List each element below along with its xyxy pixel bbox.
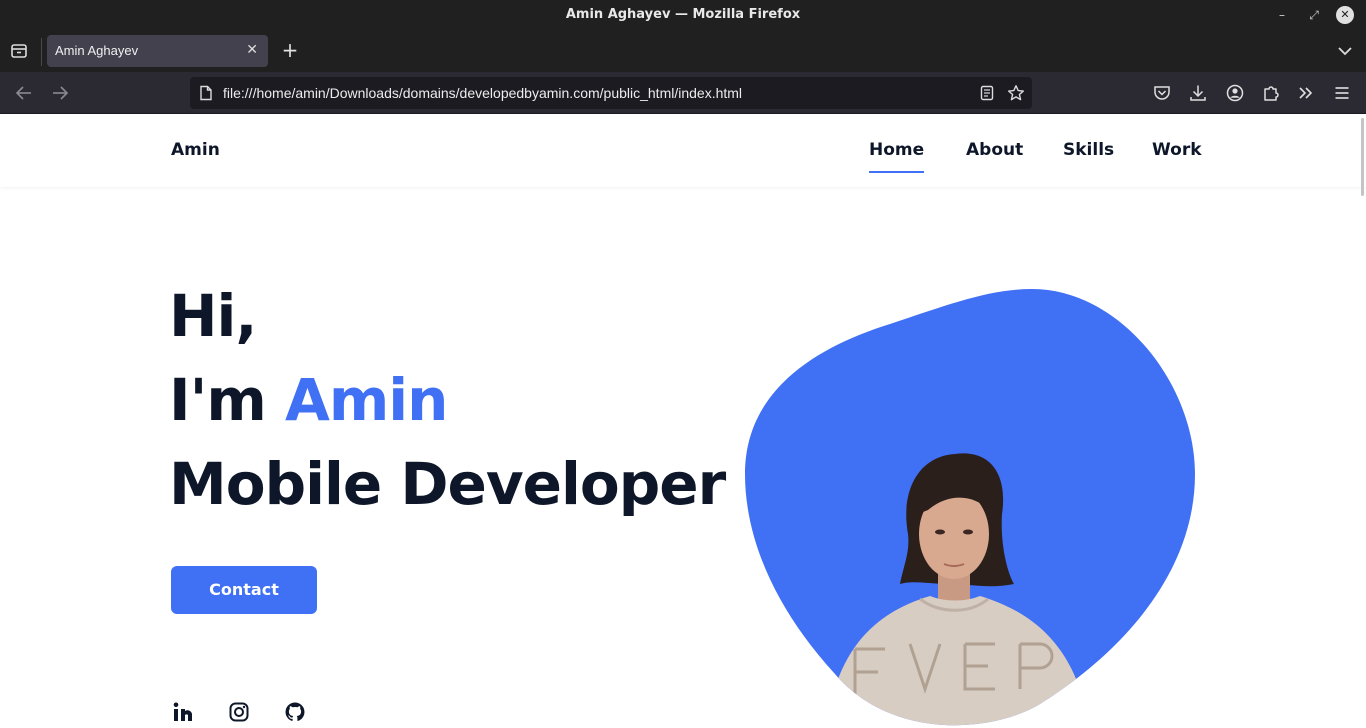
tab-label: Amin Aghayev bbox=[55, 43, 139, 58]
url-bar[interactable]: file:///home/amin/Downloads/domains/deve… bbox=[190, 77, 1032, 109]
account-icon[interactable] bbox=[1225, 83, 1245, 103]
url-text[interactable]: file:///home/amin/Downloads/domains/deve… bbox=[223, 85, 742, 101]
nav-home-label: Home bbox=[869, 140, 925, 160]
reader-view-icon[interactable] bbox=[979, 85, 995, 101]
tab-separator bbox=[41, 38, 42, 66]
nav-home[interactable]: Home bbox=[869, 140, 925, 173]
hero-role: Mobile Developer bbox=[169, 450, 726, 518]
window-titlebar: Amin Aghayev — Mozilla Firefox – ⤢ ✕ bbox=[0, 0, 1366, 30]
site-header: Amin Home About Skills Work bbox=[0, 114, 1366, 187]
bookmark-star-icon[interactable] bbox=[1007, 84, 1025, 102]
hero-name: Amin bbox=[284, 366, 448, 434]
page-scrollbar[interactable] bbox=[1361, 118, 1364, 196]
linkedin-icon[interactable] bbox=[171, 700, 195, 724]
nav-work[interactable]: Work bbox=[1152, 140, 1202, 160]
minimize-button[interactable]: – bbox=[1272, 5, 1292, 25]
instagram-icon[interactable] bbox=[227, 700, 251, 724]
chevron-down-icon[interactable] bbox=[1336, 42, 1354, 60]
overflow-icon[interactable] bbox=[1296, 83, 1316, 103]
nav-skills[interactable]: Skills bbox=[1063, 140, 1114, 160]
hero-intro: I'm bbox=[169, 366, 285, 434]
close-window-button[interactable]: ✕ bbox=[1336, 6, 1354, 24]
menu-icon[interactable] bbox=[1332, 83, 1352, 103]
downloads-icon[interactable] bbox=[1188, 83, 1208, 103]
back-icon[interactable] bbox=[13, 82, 35, 104]
window-title: Amin Aghayev — Mozilla Firefox bbox=[565, 7, 801, 22]
hero-intro-line: I'm Amin bbox=[169, 366, 448, 434]
maximize-button[interactable]: ⤢ bbox=[1304, 5, 1324, 25]
forward-icon[interactable] bbox=[49, 82, 71, 104]
contact-button[interactable]: Contact bbox=[171, 566, 317, 614]
page-content: Amin Home About Skills Work Hi, I'm Amin… bbox=[0, 114, 1366, 728]
hero-image bbox=[740, 284, 1200, 728]
github-icon[interactable] bbox=[283, 700, 307, 724]
hero-greeting: Hi, bbox=[169, 282, 257, 350]
tab-bar: Amin Aghayev ✕ + bbox=[0, 30, 1366, 72]
nav-about[interactable]: About bbox=[966, 140, 1023, 160]
tab-close-icon[interactable]: ✕ bbox=[246, 42, 258, 58]
active-nav-underline bbox=[869, 171, 925, 173]
site-logo[interactable]: Amin bbox=[171, 140, 220, 160]
page-icon bbox=[198, 85, 214, 101]
tab-active[interactable]: Amin Aghayev ✕ bbox=[47, 35, 268, 67]
navigation-toolbar: file:///home/amin/Downloads/domains/deve… bbox=[0, 72, 1366, 114]
pocket-icon[interactable] bbox=[1152, 83, 1172, 103]
extensions-icon[interactable] bbox=[1261, 83, 1281, 103]
new-tab-button[interactable]: + bbox=[279, 39, 301, 61]
tab-list-icon[interactable] bbox=[8, 40, 30, 62]
